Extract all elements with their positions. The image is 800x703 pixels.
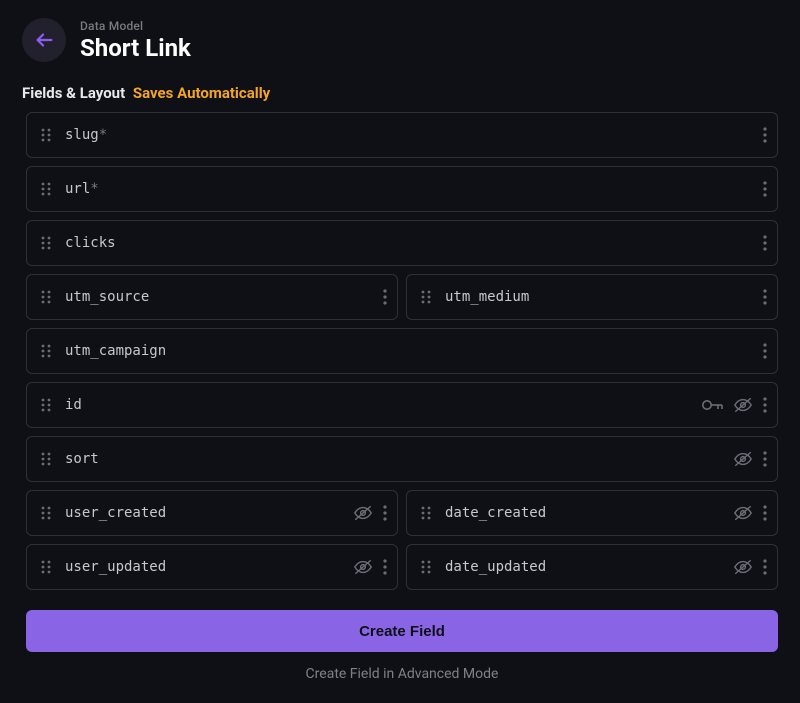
field-utm_medium[interactable]: utm_medium [406, 274, 778, 320]
field-more-menu[interactable] [383, 558, 387, 576]
field-row: sort [26, 436, 778, 482]
drag-handle-icon[interactable] [39, 234, 53, 252]
page-title: Short Link [80, 35, 191, 61]
field-url[interactable]: url* [26, 166, 778, 212]
header-overline: Data Model [80, 19, 191, 33]
drag-handle-icon[interactable] [419, 504, 433, 522]
required-indicator: * [90, 181, 98, 197]
back-button[interactable] [22, 18, 66, 62]
field-label: url* [65, 181, 751, 197]
field-label: date_created [445, 505, 721, 521]
autosave-status: Saves Automatically [133, 84, 270, 102]
drag-handle-icon[interactable] [39, 396, 53, 414]
field-row: utm_campaign [26, 328, 778, 374]
section-label: Fields & Layout [22, 84, 125, 102]
field-id[interactable]: id [26, 382, 778, 428]
drag-handle-icon[interactable] [39, 180, 53, 198]
fields-list: slug* url* clicks utm_source utm_medium utm_c… [0, 112, 800, 602]
visibility-off-icon[interactable] [733, 558, 753, 576]
field-right-icons [733, 504, 767, 522]
field-row: url* [26, 166, 778, 212]
visibility-off-icon[interactable] [733, 450, 753, 468]
drag-handle-icon[interactable] [39, 288, 53, 306]
field-utm_source[interactable]: utm_source [26, 274, 398, 320]
field-right-icons [763, 342, 767, 360]
field-label: utm_campaign [65, 343, 751, 359]
drag-handle-icon[interactable] [419, 288, 433, 306]
visibility-off-icon[interactable] [353, 558, 373, 576]
field-more-menu[interactable] [763, 180, 767, 198]
create-field-advanced-link[interactable]: Create Field in Advanced Mode [26, 666, 778, 682]
create-field-button[interactable]: Create Field [26, 610, 778, 652]
field-right-icons [701, 396, 767, 414]
field-label: date_updated [445, 559, 721, 575]
drag-handle-icon[interactable] [39, 504, 53, 522]
field-right-icons [353, 558, 387, 576]
actions: Create Field Create Field in Advanced Mo… [0, 602, 800, 682]
field-label: utm_source [65, 289, 371, 305]
drag-handle-icon[interactable] [419, 558, 433, 576]
field-label: slug* [65, 127, 751, 143]
title-stack: Data Model Short Link [80, 19, 191, 61]
drag-handle-icon[interactable] [39, 450, 53, 468]
field-right-icons [763, 234, 767, 252]
field-right-icons [763, 180, 767, 198]
field-right-icons [733, 558, 767, 576]
field-right-icons [763, 126, 767, 144]
field-more-menu[interactable] [763, 288, 767, 306]
field-label: sort [65, 451, 721, 467]
field-more-menu[interactable] [763, 396, 767, 414]
visibility-off-icon[interactable] [733, 504, 753, 522]
field-right-icons [353, 504, 387, 522]
field-label: clicks [65, 235, 751, 251]
field-label: user_created [65, 505, 341, 521]
field-label: utm_medium [445, 289, 751, 305]
section-header: Fields & Layout Saves Automatically [0, 72, 800, 112]
field-more-menu[interactable] [763, 126, 767, 144]
field-more-menu[interactable] [383, 288, 387, 306]
field-more-menu[interactable] [763, 450, 767, 468]
field-row: slug* [26, 112, 778, 158]
field-more-menu[interactable] [763, 234, 767, 252]
primary-key-icon [701, 398, 723, 412]
field-row: utm_source utm_medium [26, 274, 778, 320]
page-header: Data Model Short Link [0, 0, 800, 72]
visibility-off-icon[interactable] [733, 396, 753, 414]
field-more-menu[interactable] [383, 504, 387, 522]
field-utm_campaign[interactable]: utm_campaign [26, 328, 778, 374]
field-label: user_updated [65, 559, 341, 575]
field-user_created[interactable]: user_created [26, 490, 398, 536]
field-date_updated[interactable]: date_updated [406, 544, 778, 590]
field-label: id [65, 397, 689, 413]
field-row: user_updated date_updated [26, 544, 778, 590]
field-clicks[interactable]: clicks [26, 220, 778, 266]
field-more-menu[interactable] [763, 504, 767, 522]
field-more-menu[interactable] [763, 558, 767, 576]
field-user_updated[interactable]: user_updated [26, 544, 398, 590]
field-more-menu[interactable] [763, 342, 767, 360]
field-right-icons [383, 288, 387, 306]
field-row: user_created date_created [26, 490, 778, 536]
field-right-icons [733, 450, 767, 468]
field-sort[interactable]: sort [26, 436, 778, 482]
drag-handle-icon[interactable] [39, 558, 53, 576]
drag-handle-icon[interactable] [39, 342, 53, 360]
drag-handle-icon[interactable] [39, 126, 53, 144]
field-row: clicks [26, 220, 778, 266]
field-row: id [26, 382, 778, 428]
field-right-icons [763, 288, 767, 306]
visibility-off-icon[interactable] [353, 504, 373, 522]
required-indicator: * [99, 127, 107, 143]
field-date_created[interactable]: date_created [406, 490, 778, 536]
field-slug[interactable]: slug* [26, 112, 778, 158]
arrow-left-icon [33, 29, 55, 51]
